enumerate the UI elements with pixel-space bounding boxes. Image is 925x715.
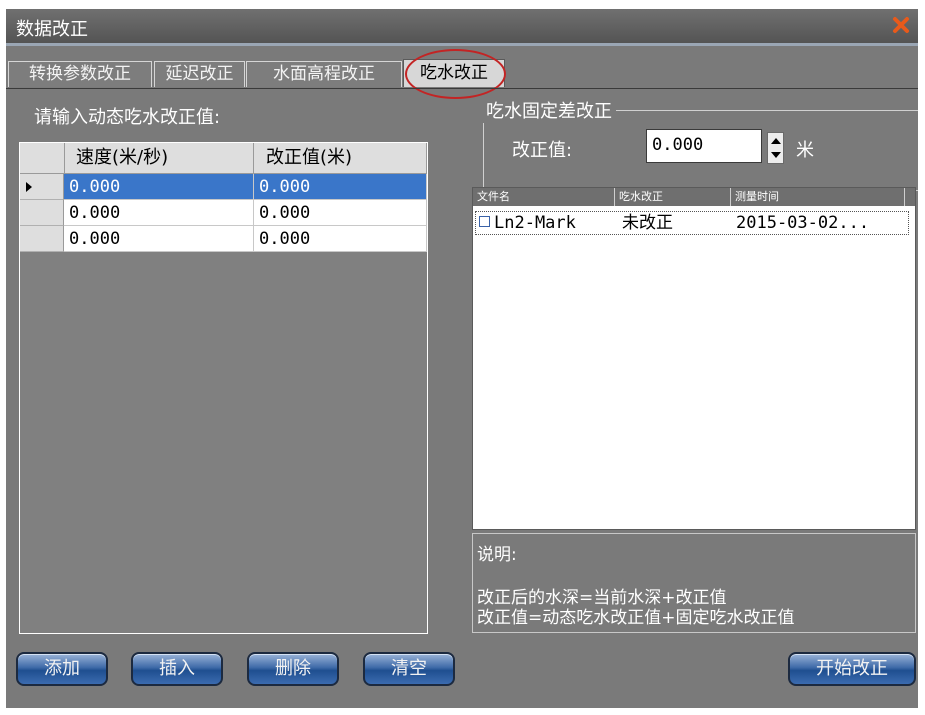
column-file-name[interactable]: 文件名 bbox=[473, 188, 615, 206]
grid-corner bbox=[20, 143, 65, 173]
tab-draft-correction[interactable]: 吃水改正 bbox=[403, 59, 505, 87]
correction-cell[interactable]: 0.000 bbox=[254, 174, 427, 200]
speed-cell[interactable]: 0.000 bbox=[64, 226, 254, 252]
file-list-header: 文件名 吃水改正 测量时间 bbox=[473, 188, 915, 206]
spin-down-icon[interactable] bbox=[771, 152, 781, 158]
list-item[interactable]: Ln2-Mark 未改正 2015-03-02... bbox=[475, 211, 909, 235]
data-correction-window: 数据改正 转换参数改正 延迟改正 水面高程改正 吃水改正 请输入动态吃水改正值:… bbox=[6, 9, 918, 708]
row-header[interactable] bbox=[20, 174, 64, 200]
add-button[interactable]: 添加 bbox=[16, 652, 108, 686]
correction-cell[interactable]: 0.000 bbox=[254, 226, 427, 252]
column-measure-time[interactable]: 测量时间 bbox=[731, 188, 905, 206]
correction-cell[interactable]: 0.000 bbox=[254, 200, 427, 226]
file-measure-time: 2015-03-02... bbox=[736, 213, 870, 233]
fixed-value-spinner[interactable] bbox=[767, 132, 784, 164]
clear-button[interactable]: 清空 bbox=[363, 652, 455, 686]
speed-cell[interactable]: 0.000 bbox=[64, 174, 254, 200]
insert-button[interactable]: 插入 bbox=[131, 652, 223, 686]
dynamic-draft-grid[interactable]: 速度(米/秒) 改正值(米) 0.000 0.000 0.000 0.000 0… bbox=[19, 142, 428, 634]
description-title: 说明: bbox=[477, 545, 517, 565]
unit-label: 米 bbox=[796, 140, 814, 161]
speed-cell[interactable]: 0.000 bbox=[64, 200, 254, 226]
tab-water-elevation[interactable]: 水面高程改正 bbox=[246, 61, 402, 87]
grid-header: 速度(米/秒) 改正值(米) bbox=[20, 143, 427, 174]
tab-delay[interactable]: 延迟改正 bbox=[154, 61, 245, 87]
current-row-icon bbox=[26, 182, 32, 192]
file-name: Ln2-Mark bbox=[494, 213, 576, 233]
tab-conversion-params[interactable]: 转换参数改正 bbox=[8, 61, 152, 87]
column-draft-correction[interactable]: 吃水改正 bbox=[615, 188, 731, 206]
file-draft-status: 未改正 bbox=[622, 213, 673, 233]
delete-button[interactable]: 删除 bbox=[247, 652, 339, 686]
fixed-draft-group-title: 吃水固定差改正 bbox=[482, 97, 616, 123]
description-box: 说明: 改正后的水深=当前水深+改正值 改正值=动态吃水改正值+固定吃水改正值 bbox=[472, 533, 916, 633]
fixed-value-label: 改正值: bbox=[512, 140, 573, 161]
title-bar: 数据改正 bbox=[6, 9, 918, 46]
start-correction-button[interactable]: 开始改正 bbox=[788, 652, 916, 686]
row-header[interactable] bbox=[20, 200, 64, 226]
dynamic-draft-prompt: 请输入动态吃水改正值: bbox=[34, 107, 221, 128]
column-speed[interactable]: 速度(米/秒) bbox=[64, 143, 254, 173]
file-list[interactable]: 文件名 吃水改正 测量时间 Ln2-Mark 未改正 2015-03-02... bbox=[472, 187, 916, 530]
spin-up-icon[interactable] bbox=[771, 138, 781, 144]
table-row[interactable]: 0.000 0.000 bbox=[20, 174, 427, 200]
column-correction[interactable]: 改正值(米) bbox=[254, 143, 427, 173]
row-header[interactable] bbox=[20, 226, 64, 252]
window-title: 数据改正 bbox=[16, 19, 88, 40]
tab-divider bbox=[6, 88, 918, 89]
table-row[interactable]: 0.000 0.000 bbox=[20, 226, 427, 252]
table-row[interactable]: 0.000 0.000 bbox=[20, 200, 427, 226]
fixed-value-input[interactable]: 0.000 bbox=[646, 129, 762, 163]
file-checkbox[interactable] bbox=[479, 216, 490, 227]
close-icon[interactable] bbox=[890, 14, 912, 36]
description-line-2: 改正值=动态吃水改正值+固定吃水改正值 bbox=[477, 608, 795, 628]
